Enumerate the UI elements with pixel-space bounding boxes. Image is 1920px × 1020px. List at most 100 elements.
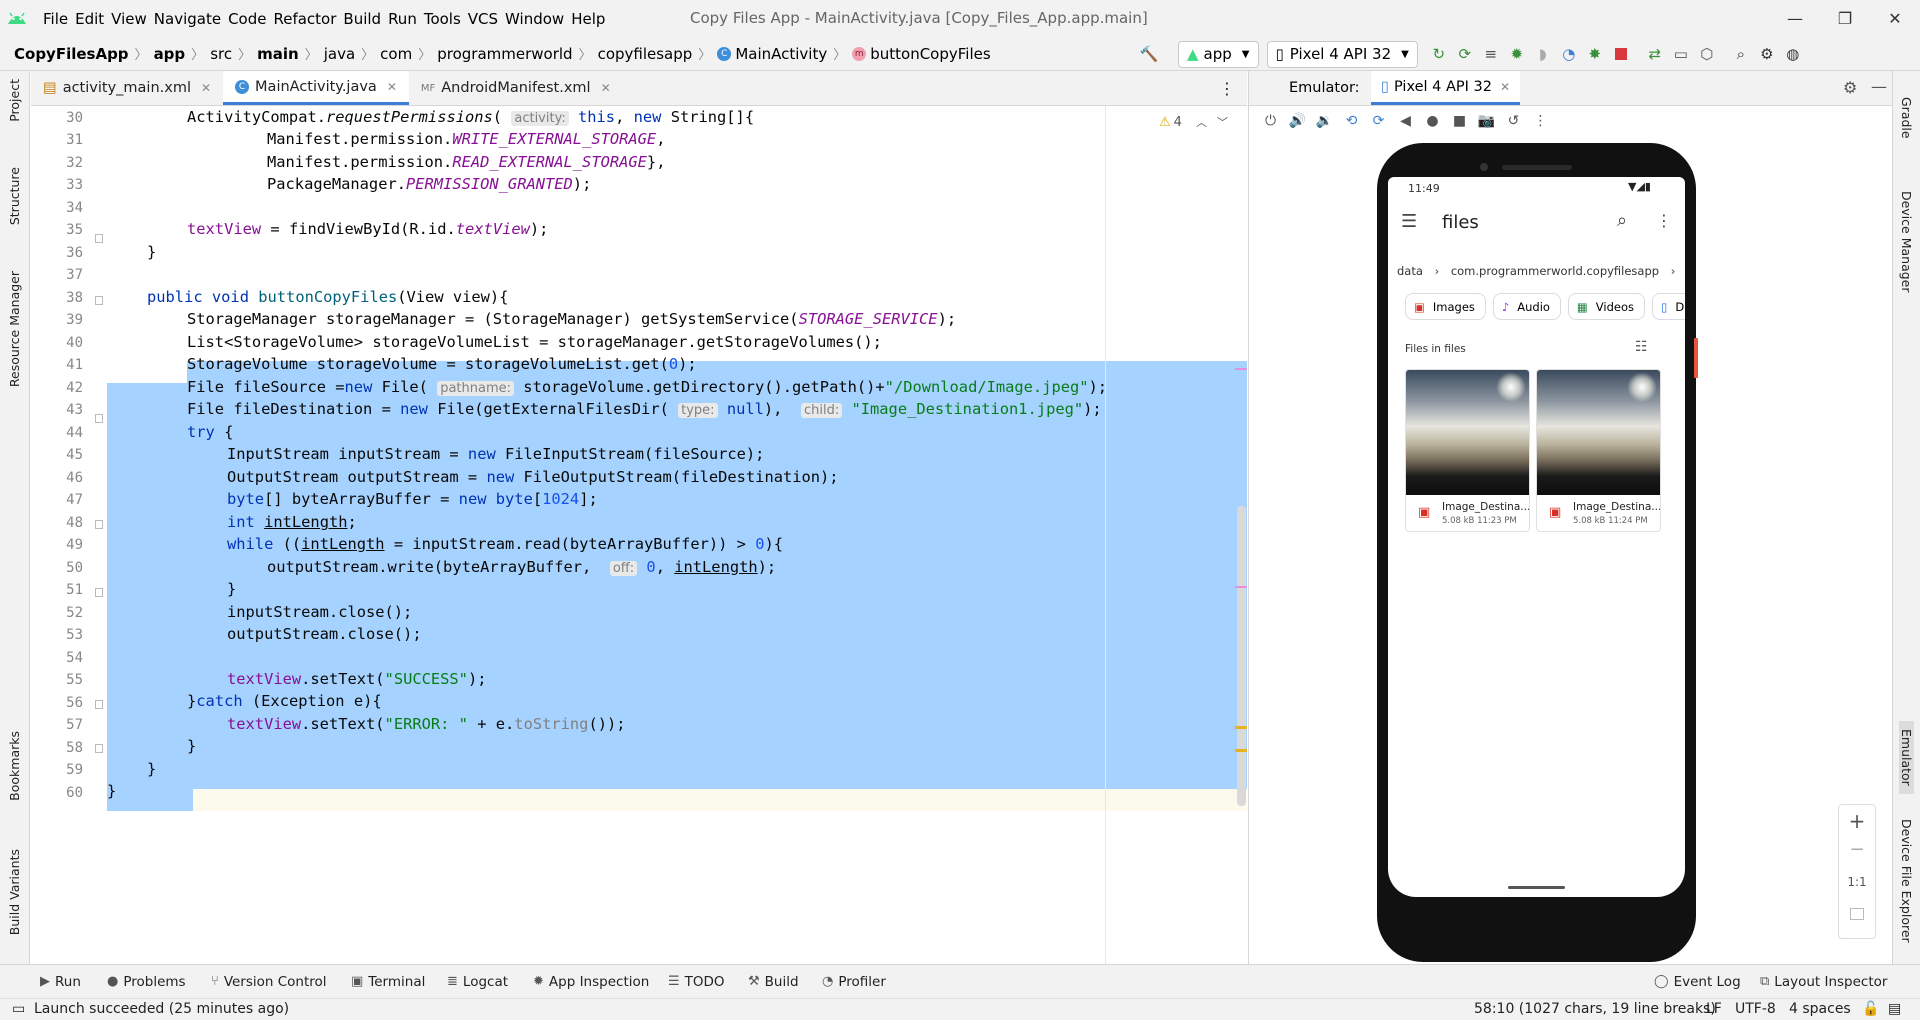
menu-refactor[interactable]: Refactor: [273, 10, 336, 28]
close-icon[interactable]: ✕: [387, 80, 397, 94]
power-icon[interactable]: ⏻: [1257, 113, 1284, 129]
run-config-select[interactable]: ▲ app ▼: [1178, 40, 1259, 68]
rotate-right-icon[interactable]: ⟳: [1365, 113, 1392, 129]
zoom-in-button[interactable]: +: [1839, 809, 1875, 833]
gesture-nav-bar[interactable]: [1508, 886, 1565, 889]
file-card[interactable]: ▣ Image_Destina... 5.08 kB 11:23 PM: [1405, 369, 1530, 532]
snapshot-icon[interactable]: ↺: [1500, 113, 1527, 129]
search-icon[interactable]: ⌕: [1728, 41, 1754, 67]
menu-code[interactable]: Code: [228, 10, 266, 28]
fold-marker-icon[interactable]: [95, 296, 103, 305]
lock-icon[interactable]: 🔓: [1862, 1001, 1879, 1017]
crumb-programmerworld[interactable]: programmerworld: [437, 45, 572, 63]
menu-edit[interactable]: Edit: [75, 10, 104, 28]
crumb-package[interactable]: com.programmerworld.copyfilesapp: [1451, 264, 1659, 278]
crumb-src[interactable]: src: [210, 45, 232, 63]
chevron-up-icon[interactable]: ︿: [1196, 114, 1207, 130]
coverage-icon[interactable]: ◗: [1530, 41, 1556, 67]
menu-build[interactable]: Build: [343, 10, 381, 28]
menu-tools[interactable]: Tools: [424, 10, 461, 28]
tool-resource-manager[interactable]: Resource Manager: [7, 271, 22, 387]
tool-event-log[interactable]: ◯ Event Log: [1654, 965, 1741, 998]
maximize-button[interactable]: ❐: [1820, 0, 1870, 37]
crumb-project[interactable]: CopyFilesApp: [14, 45, 129, 63]
volume-down-icon[interactable]: 🔉: [1311, 113, 1338, 129]
camera-icon[interactable]: 📷: [1473, 113, 1500, 129]
account-icon[interactable]: ◍: [1780, 41, 1806, 67]
fold-marker-icon[interactable]: [95, 700, 103, 709]
tool-device-manager[interactable]: Device Manager: [1899, 191, 1914, 293]
overview-icon[interactable]: ■: [1446, 113, 1473, 129]
gear-icon[interactable]: ⚙: [1843, 78, 1857, 97]
close-icon[interactable]: ✕: [201, 81, 211, 95]
tool-app-inspection[interactable]: ✹ App Inspection: [533, 965, 649, 998]
file-card[interactable]: ▣ Image_Destina... 5.08 kB 11:24 PM: [1536, 369, 1661, 532]
crumb-mainactivity[interactable]: MainActivity: [735, 45, 827, 63]
fold-marker-icon[interactable]: [95, 234, 103, 243]
tool-todo[interactable]: ☰ TODO: [668, 965, 725, 998]
list-view-icon[interactable]: ☷: [1635, 339, 1648, 355]
tool-device-file-explorer[interactable]: Device File Explorer: [1899, 819, 1914, 943]
zoom-one-to-one-button[interactable]: 1:1: [1839, 875, 1875, 889]
editor-scrollbar[interactable]: [1237, 506, 1246, 806]
crumb-main[interactable]: main: [257, 45, 299, 63]
cursor-position[interactable]: 58:10 (1027 chars, 19 line breaks): [1474, 1001, 1716, 1017]
emulator-device-tab[interactable]: ▯ Pixel 4 API 32 ✕: [1371, 71, 1521, 105]
tool-profiler[interactable]: ◔ Profiler: [822, 965, 886, 998]
memory-indicator-icon[interactable]: ▤: [1888, 1001, 1901, 1017]
line-separator[interactable]: LF: [1706, 1001, 1722, 1017]
menu-navigate[interactable]: Navigate: [154, 10, 221, 28]
apply-changes-restart-icon[interactable]: ↻: [1426, 41, 1452, 67]
tool-version-control[interactable]: ⑂ Version Control: [211, 965, 327, 998]
tool-layout-inspector[interactable]: ⧉ Layout Inspector: [1760, 965, 1887, 998]
menu-vcs[interactable]: VCS: [468, 10, 498, 28]
menu-window[interactable]: Window: [505, 10, 564, 28]
home-icon[interactable]: ●: [1419, 113, 1446, 129]
fold-marker-icon[interactable]: [95, 414, 103, 423]
profiler-icon[interactable]: ◔: [1556, 41, 1582, 67]
zoom-out-button[interactable]: −: [1839, 839, 1875, 860]
crumb-com[interactable]: com: [380, 45, 412, 63]
crumb-buttoncopyfiles[interactable]: buttonCopyFiles: [870, 45, 990, 63]
close-window-button[interactable]: ✕: [1870, 0, 1920, 37]
more-tabs-icon[interactable]: ⋮: [1207, 71, 1247, 105]
chip-images[interactable]: ▣ Images: [1405, 293, 1486, 320]
code-editor[interactable]: ActivityCompat.requestPermissions( activ…: [107, 106, 1247, 964]
tool-build[interactable]: ⚒ Build: [748, 965, 799, 998]
more-vert-icon[interactable]: ⋮: [1656, 211, 1672, 230]
tool-gradle[interactable]: Gradle: [1899, 97, 1914, 139]
volume-up-icon[interactable]: 🔊: [1284, 113, 1311, 129]
tool-emulator[interactable]: Emulator: [1899, 721, 1914, 794]
crumb-app[interactable]: app: [154, 45, 186, 63]
minimize-button[interactable]: —: [1770, 0, 1820, 37]
tool-bookmarks[interactable]: Bookmarks: [7, 731, 22, 801]
stop-icon[interactable]: [1608, 41, 1634, 67]
debug-icon[interactable]: ✹: [1504, 41, 1530, 67]
crumb-data[interactable]: data: [1397, 264, 1423, 278]
indent-setting[interactable]: 4 spaces: [1789, 1001, 1851, 1017]
crumb-copyfilesapp[interactable]: copyfilesapp: [598, 45, 693, 63]
menu-help[interactable]: Help: [571, 10, 605, 28]
chip-docs[interactable]: ▯ Doc: [1652, 293, 1685, 320]
menu-run[interactable]: Run: [388, 10, 417, 28]
file-encoding[interactable]: UTF-8: [1735, 1001, 1776, 1017]
zoom-fit-icon[interactable]: [1850, 908, 1864, 920]
gear-icon[interactable]: ⚙: [1754, 41, 1780, 67]
sdk-manager-icon[interactable]: ⬡: [1694, 41, 1720, 67]
search-icon[interactable]: ⌕: [1617, 210, 1627, 231]
tab-activity-main-xml[interactable]: ▤ activity_main.xml ✕: [31, 71, 223, 105]
sync-gradle-icon[interactable]: ⇄: [1642, 41, 1668, 67]
more-icon[interactable]: ⋮: [1527, 113, 1554, 129]
chip-videos[interactable]: ▦ Videos: [1567, 293, 1646, 320]
tool-terminal[interactable]: ▣ Terminal: [351, 965, 425, 998]
close-icon[interactable]: ✕: [601, 81, 611, 95]
tab-androidmanifest-xml[interactable]: MF AndroidManifest.xml ✕: [409, 71, 623, 105]
hide-panel-icon[interactable]: —: [1871, 77, 1887, 96]
warnings-indicator[interactable]: ⚠ 4 ︿ ﹀: [1159, 114, 1228, 130]
tool-problems[interactable]: ● Problems: [107, 965, 186, 998]
close-icon[interactable]: ✕: [1500, 80, 1510, 94]
crumb-java[interactable]: java: [324, 45, 355, 63]
run-tests-icon[interactable]: ≡: [1478, 41, 1504, 67]
back-icon[interactable]: ◀: [1392, 113, 1419, 129]
menu-view[interactable]: View: [111, 10, 147, 28]
